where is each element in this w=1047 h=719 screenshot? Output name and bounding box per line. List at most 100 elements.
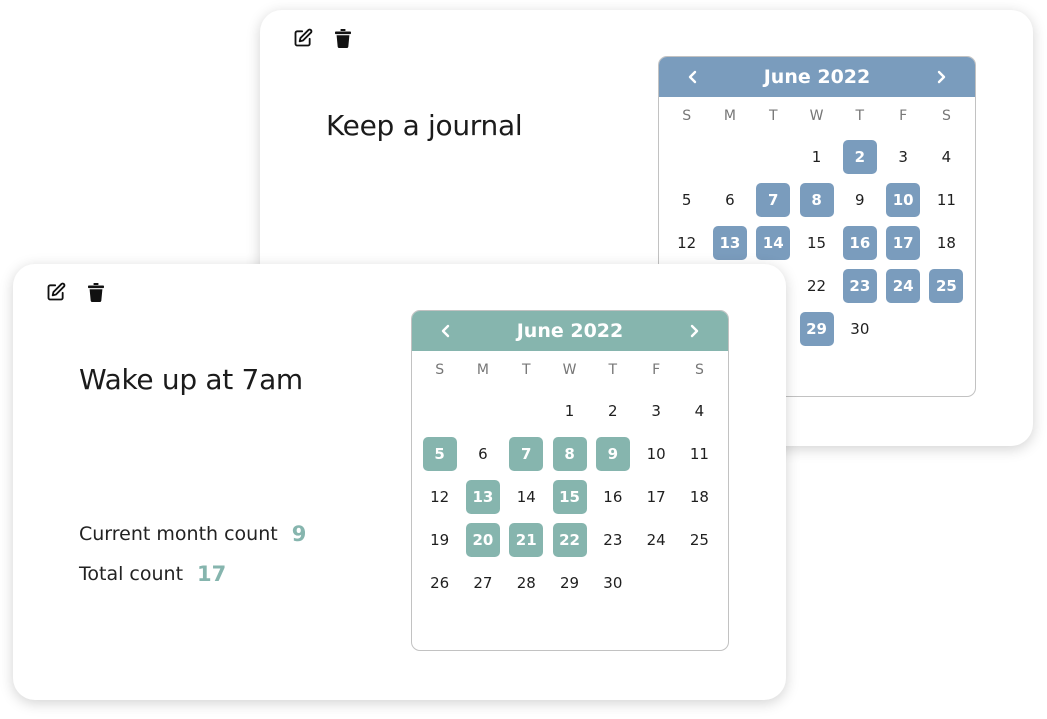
calendar-cell: 11 xyxy=(925,178,968,221)
calendar-day-completed[interactable]: 2 xyxy=(842,139,877,174)
calendar-cell: 4 xyxy=(678,389,721,432)
calendar-day-completed[interactable]: 7 xyxy=(756,182,791,217)
next-month-button[interactable] xyxy=(681,316,707,346)
calendar-day[interactable]: 12 xyxy=(670,226,704,260)
weekday-label: M xyxy=(723,108,736,124)
calendar-day[interactable]: 15 xyxy=(800,226,834,260)
calendar-day[interactable]: 19 xyxy=(423,523,457,557)
calendar-cell: 16 xyxy=(591,475,634,518)
calendar-day[interactable]: 12 xyxy=(423,480,457,514)
calendar-day-completed[interactable]: 8 xyxy=(799,182,834,217)
calendar-day-completed[interactable]: 13 xyxy=(712,225,747,260)
calendar-cell: 21 xyxy=(505,518,548,561)
calendar-cell: 24 xyxy=(634,518,677,561)
calendar-day-completed[interactable]: 8 xyxy=(552,436,587,471)
calendar-day[interactable]: 23 xyxy=(596,523,630,557)
calendar-cell: 23 xyxy=(838,264,881,307)
calendar-day-completed[interactable]: 9 xyxy=(595,436,630,471)
calendar-cell: 22 xyxy=(548,518,591,561)
edit-button[interactable] xyxy=(292,27,314,49)
prev-month-button[interactable] xyxy=(680,62,706,92)
next-month-button[interactable] xyxy=(928,62,954,92)
calendar-day[interactable]: 27 xyxy=(466,566,500,600)
calendar-header: June 2022 xyxy=(659,57,975,97)
calendar-cell: 27 xyxy=(461,561,504,604)
calendar-day-completed[interactable]: 15 xyxy=(552,479,587,514)
prev-month-button[interactable] xyxy=(433,316,459,346)
calendar-day[interactable]: 16 xyxy=(596,480,630,514)
calendar-day[interactable]: 14 xyxy=(509,480,543,514)
calendar-day[interactable]: 17 xyxy=(639,480,673,514)
calendar-cell: 17 xyxy=(881,221,924,264)
calendar-cell: 30 xyxy=(838,307,881,350)
calendar-cell: 18 xyxy=(925,221,968,264)
delete-button[interactable] xyxy=(332,27,354,49)
current-month-count-value: 9 xyxy=(291,522,307,546)
calendar-day[interactable]: 1 xyxy=(800,140,834,174)
habit-calendar: June 2022 SMTWTFS 1 2 3 4 5 6 7 8 9 10 11 12 13 14 15 1… xyxy=(411,310,729,651)
calendar-cell: 19 xyxy=(418,518,461,561)
calendar-day-completed[interactable]: 25 xyxy=(929,268,964,303)
calendar-cell: 1 xyxy=(795,135,838,178)
card-toolbar xyxy=(292,27,354,49)
calendar-day[interactable]: 6 xyxy=(713,183,747,217)
calendar-day-completed[interactable]: 10 xyxy=(886,182,921,217)
calendar-cell: 8 xyxy=(548,432,591,475)
calendar-day-completed[interactable]: 17 xyxy=(886,225,921,260)
edit-button[interactable] xyxy=(45,281,67,303)
calendar-day[interactable]: 2 xyxy=(596,394,630,428)
calendar-cell: 14 xyxy=(505,475,548,518)
calendar-day[interactable]: 30 xyxy=(843,312,877,346)
calendar-day[interactable]: 9 xyxy=(843,183,877,217)
calendar-day[interactable]: 24 xyxy=(639,523,673,557)
calendar-day[interactable]: 5 xyxy=(670,183,704,217)
calendar-cell: 7 xyxy=(752,178,795,221)
calendar-day[interactable]: 10 xyxy=(639,437,673,471)
calendar-day-completed[interactable]: 14 xyxy=(756,225,791,260)
chevron-left-icon xyxy=(688,70,696,84)
calendar-day[interactable]: 22 xyxy=(800,269,834,303)
calendar-day-completed[interactable]: 24 xyxy=(886,268,921,303)
calendar-day[interactable]: 29 xyxy=(553,566,587,600)
calendar-cell: 10 xyxy=(881,178,924,221)
calendar-day[interactable]: 11 xyxy=(929,183,963,217)
habit-stats: Current month count 9 Total count 17 xyxy=(79,514,306,594)
calendar-day[interactable]: 3 xyxy=(886,140,920,174)
calendar-cell: 29 xyxy=(548,561,591,604)
calendar-day[interactable]: 4 xyxy=(682,394,716,428)
calendar-empty-cell xyxy=(752,135,795,178)
calendar-cell: 23 xyxy=(591,518,634,561)
calendar-header: June 2022 xyxy=(412,311,728,351)
calendar-day-completed[interactable]: 23 xyxy=(842,268,877,303)
calendar-day[interactable]: 3 xyxy=(639,394,673,428)
calendar-day[interactable]: 26 xyxy=(423,566,457,600)
calendar-day-completed[interactable]: 16 xyxy=(842,225,877,260)
calendar-day[interactable]: 6 xyxy=(466,437,500,471)
calendar-day-completed[interactable]: 7 xyxy=(509,436,544,471)
calendar-day-completed[interactable]: 29 xyxy=(799,311,834,346)
calendar-day[interactable]: 18 xyxy=(682,480,716,514)
calendar-grid: 1234567891011121314151617181920212223242… xyxy=(412,389,728,604)
calendar-day[interactable]: 25 xyxy=(682,523,716,557)
calendar-day-completed[interactable]: 21 xyxy=(509,522,544,557)
calendar-day[interactable]: 28 xyxy=(509,566,543,600)
calendar-empty-cell xyxy=(505,389,548,432)
calendar-empty-cell xyxy=(418,389,461,432)
calendar-day-completed[interactable]: 22 xyxy=(552,522,587,557)
calendar-day[interactable]: 30 xyxy=(596,566,630,600)
calendar-day[interactable]: 4 xyxy=(929,140,963,174)
weekday-label: S xyxy=(694,362,704,378)
calendar-day-completed[interactable]: 20 xyxy=(465,522,500,557)
calendar-day[interactable]: 18 xyxy=(929,226,963,260)
calendar-cell: 20 xyxy=(461,518,504,561)
weekday-label: S xyxy=(682,108,692,124)
calendar-day-completed[interactable]: 5 xyxy=(422,436,457,471)
calendar-cell: 16 xyxy=(838,221,881,264)
calendar-cell: 17 xyxy=(634,475,677,518)
calendar-day[interactable]: 11 xyxy=(682,437,716,471)
weekday-label: S xyxy=(941,108,951,124)
delete-button[interactable] xyxy=(85,281,107,303)
calendar-day[interactable]: 1 xyxy=(553,394,587,428)
calendar-day-completed[interactable]: 13 xyxy=(465,479,500,514)
calendar-cell: 12 xyxy=(418,475,461,518)
